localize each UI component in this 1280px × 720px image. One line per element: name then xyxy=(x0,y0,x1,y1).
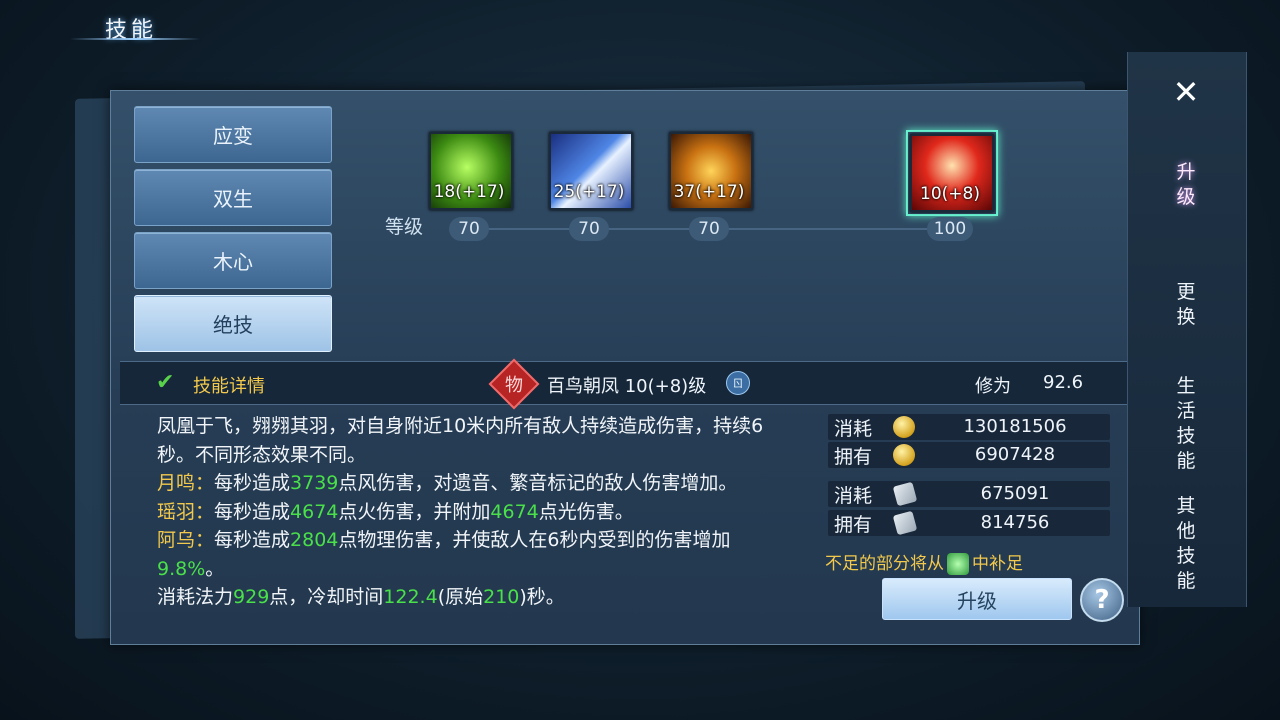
tab-yingbian[interactable]: 应变 xyxy=(134,106,332,163)
skill-name: 百鸟朝凤 10(+8)级 xyxy=(547,376,707,397)
checkmark-icon: ✔ xyxy=(156,370,175,395)
cultivation-label: 修为 xyxy=(975,376,1011,397)
required-level: 100 xyxy=(927,217,973,241)
cost-label: 消耗 xyxy=(834,485,873,507)
upgrade-button[interactable]: 升级 xyxy=(882,578,1072,620)
tab-muxin[interactable]: 木心 xyxy=(134,232,332,289)
skill-slot-3[interactable]: 37(+17) xyxy=(669,132,753,210)
exp-jade-icon xyxy=(947,553,969,575)
cost-value: 675091 xyxy=(980,483,1050,504)
skill-level-text: 25(+17) xyxy=(553,182,625,202)
menu-item-life-skills[interactable]: 生活技能 xyxy=(1171,374,1201,474)
skill-slot-2[interactable]: 25(+17) xyxy=(549,132,633,210)
own-value: 814756 xyxy=(980,512,1050,533)
supplement-note: 不足的部分将从 中补足 xyxy=(825,553,1023,575)
skill-level-text: 18(+17) xyxy=(433,182,505,202)
own-label: 拥有 xyxy=(834,446,873,468)
skill-tag-icon[interactable]: ㄖ xyxy=(726,371,750,395)
exp-coin-icon xyxy=(893,416,915,438)
cultivation-value: 92.6 xyxy=(1043,372,1084,393)
required-level: 70 xyxy=(449,217,489,241)
own-value: 6907428 xyxy=(974,444,1056,465)
help-button[interactable]: ? xyxy=(1080,578,1124,622)
description-mana: 消耗法力929点，冷却时间122.4(原始210)秒。 xyxy=(157,586,565,608)
menu-item-upgrade[interactable]: 升级 xyxy=(1171,160,1201,210)
tab-jueji[interactable]: 绝技 xyxy=(134,295,332,352)
required-level: 70 xyxy=(689,217,729,241)
required-level: 70 xyxy=(569,217,609,241)
skill-slot-1[interactable]: 18(+17) xyxy=(429,132,513,210)
own-label: 拥有 xyxy=(834,514,873,536)
description-awu: 阿乌：每秒造成2804点物理伤害，并使敌人在6秒内受到的伤害增加9.8%。 xyxy=(157,529,731,580)
tab-shuangsheng[interactable]: 双生 xyxy=(134,169,332,226)
skill-level-text: 37(+17) xyxy=(673,182,745,202)
cost-label: 消耗 xyxy=(834,418,873,440)
description-intro: 凤凰于飞，翙翙其羽，对自身附近10米内所有敌人持续造成伤害，持续6秒。不同形态效… xyxy=(157,415,764,466)
close-icon[interactable]: ✕ xyxy=(1166,72,1206,112)
description-yaoyu: 瑶羽：每秒造成4674点火伤害，并附加4674点光伤害。 xyxy=(157,500,634,523)
details-label: 技能详情 xyxy=(193,376,265,397)
menu-item-replace[interactable]: 更换 xyxy=(1171,280,1201,330)
skill-level-text: 10(+8) xyxy=(920,184,980,204)
skill-description: 凤凰于飞，翙翙其羽，对自身附近10米内所有敌人持续造成伤害，持续6秒。不同形态效… xyxy=(157,412,777,612)
cost-value: 130181506 xyxy=(963,416,1067,437)
level-label: 等级 xyxy=(385,216,424,238)
skill-slot-4-selected[interactable]: 10(+8) xyxy=(906,130,998,216)
exp-coin-icon xyxy=(893,444,915,466)
description-yueming: 月鸣：每秒造成3739点风伤害，对遗音、繁音标记的敌人伤害增加。 xyxy=(157,472,738,494)
menu-item-other-skills[interactable]: 其他技能 xyxy=(1171,494,1201,594)
title-underline xyxy=(70,38,200,40)
